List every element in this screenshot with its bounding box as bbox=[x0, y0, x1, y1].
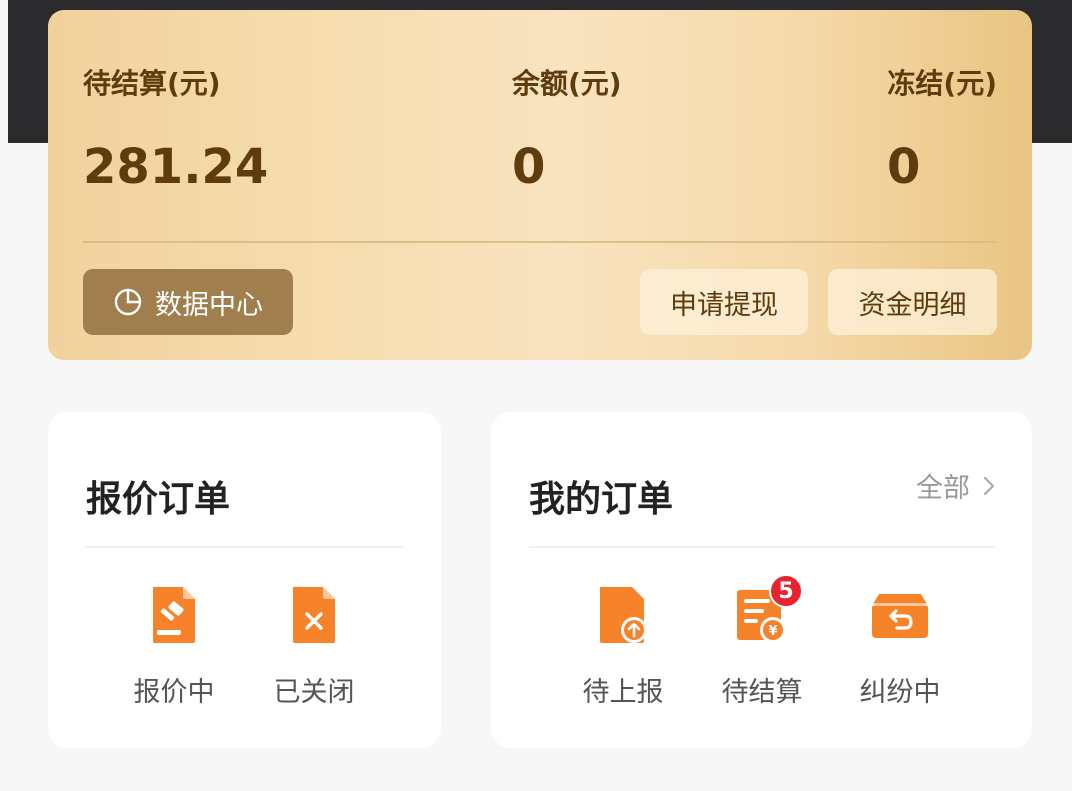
quote-closed-label: 已关闭 bbox=[273, 677, 355, 708]
pending-settlement-value: 281.24 bbox=[83, 139, 269, 195]
view-all-label: 全部 bbox=[916, 473, 970, 504]
pending-settlement-order-label: 待结算 bbox=[721, 677, 803, 708]
view-all-orders-link[interactable]: 全部 bbox=[916, 466, 996, 505]
quote-in-progress-entry[interactable]: 报价中 bbox=[119, 584, 229, 714]
balance-value: 0 bbox=[512, 139, 546, 195]
my-orders-title: 我的订单 bbox=[529, 479, 674, 520]
frozen-value: 0 bbox=[887, 139, 921, 195]
pending-settlement-entry[interactable]: ¥ 5 待结算 bbox=[707, 574, 817, 714]
quote-closed-entry[interactable]: 已关闭 bbox=[259, 584, 369, 714]
pie-chart-icon bbox=[114, 288, 142, 316]
funds-summary-card: 待结算(元) 余额(元) 冻结(元) 281.24 0 0 数据中心 申请提现 … bbox=[48, 10, 1032, 360]
my-orders-divider bbox=[529, 546, 994, 548]
quote-orders-divider bbox=[86, 546, 403, 548]
svg-text:¥: ¥ bbox=[768, 624, 777, 639]
in-dispute-label: 纠纷中 bbox=[859, 677, 941, 708]
to-report-entry[interactable]: 待上报 bbox=[568, 584, 678, 714]
pending-settlement-label: 待结算(元) bbox=[83, 67, 221, 100]
balance-label: 余额(元) bbox=[512, 67, 622, 100]
right-edge bbox=[1072, 0, 1080, 791]
my-orders-card: 我的订单 全部 待上报 ¥ 5 待结算 纠纷中 bbox=[491, 412, 1032, 748]
closed-document-icon bbox=[293, 587, 335, 643]
data-center-button[interactable]: 数据中心 bbox=[83, 269, 293, 335]
to-report-label: 待上报 bbox=[582, 677, 664, 708]
summary-divider bbox=[83, 241, 997, 243]
dispute-return-icon bbox=[872, 594, 928, 638]
withdraw-button[interactable]: 申请提现 bbox=[640, 269, 808, 335]
pending-count-badge: 5 bbox=[769, 574, 803, 608]
chevron-right-icon bbox=[983, 476, 995, 495]
data-center-label: 数据中心 bbox=[155, 289, 263, 321]
fund-detail-button[interactable]: 资金明细 bbox=[828, 269, 997, 335]
quote-orders-card: 报价订单 报价中 已关闭 bbox=[48, 412, 441, 748]
upload-document-icon bbox=[600, 587, 647, 643]
quote-in-progress-label: 报价中 bbox=[133, 677, 215, 708]
in-dispute-entry[interactable]: 纠纷中 bbox=[845, 584, 955, 714]
auction-document-icon bbox=[153, 587, 195, 643]
frozen-label: 冻结(元) bbox=[887, 67, 997, 100]
quote-orders-title: 报价订单 bbox=[86, 479, 231, 520]
